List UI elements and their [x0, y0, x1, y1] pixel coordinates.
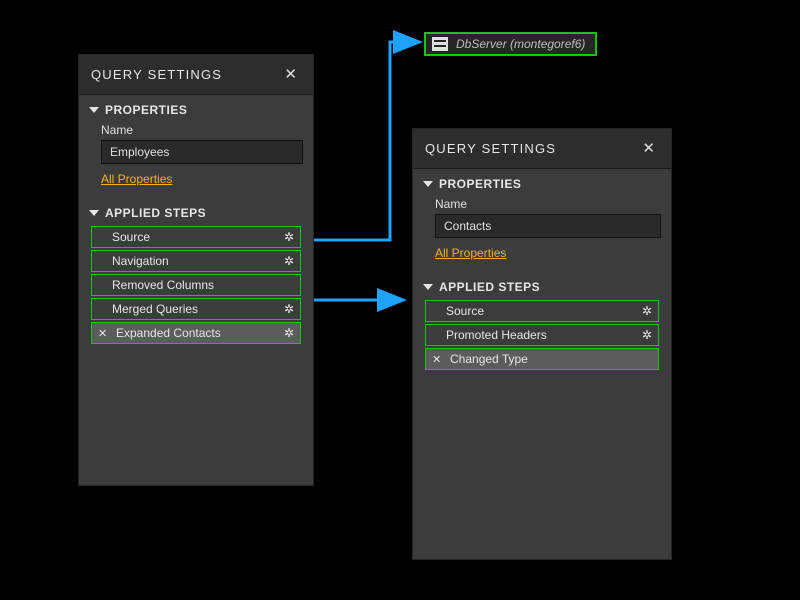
gear-icon[interactable]: ✲	[284, 326, 294, 340]
name-field-label: Name	[89, 121, 303, 140]
query-settings-panel-left: QUERY SETTINGS ✕ PROPERTIES Name All Pro…	[78, 54, 314, 486]
step-label: Expanded Contacts	[116, 326, 221, 340]
panel-title: QUERY SETTINGS	[91, 67, 222, 82]
all-properties-link[interactable]: All Properties	[101, 172, 172, 186]
step-left: ✕ Changed Type	[432, 352, 528, 366]
properties-header-label: PROPERTIES	[105, 103, 187, 117]
caret-down-icon	[89, 107, 99, 113]
step-label: Promoted Headers	[432, 328, 547, 342]
applied-steps-header-label: APPLIED STEPS	[105, 206, 206, 220]
database-icon	[432, 37, 448, 51]
name-field-label: Name	[423, 195, 661, 214]
applied-steps-section: APPLIED STEPS	[413, 272, 671, 300]
step-left: Source	[98, 230, 150, 244]
caret-down-icon	[89, 210, 99, 216]
step-label: Changed Type	[450, 352, 528, 366]
query-settings-panel-right: QUERY SETTINGS ✕ PROPERTIES Name All Pro…	[412, 128, 672, 560]
applied-step[interactable]: Merged Queries ✲	[91, 298, 301, 320]
applied-steps-header-label: APPLIED STEPS	[439, 280, 540, 294]
applied-steps-header[interactable]: APPLIED STEPS	[423, 272, 661, 298]
step-left: ✕ Expanded Contacts	[98, 326, 221, 340]
applied-step[interactable]: Source ✲	[425, 300, 659, 322]
step-label: Source	[98, 230, 150, 244]
applied-step[interactable]: ✕ Expanded Contacts ✲	[91, 322, 301, 344]
step-left: Merged Queries	[98, 302, 198, 316]
caret-down-icon	[423, 181, 433, 187]
caret-down-icon	[423, 284, 433, 290]
step-label: Navigation	[98, 254, 169, 268]
properties-section: PROPERTIES Name All Properties	[79, 95, 313, 198]
gear-icon[interactable]: ✲	[642, 328, 652, 342]
applied-steps-list: Source ✲ Navigation ✲ Removed Columns Merged …	[79, 226, 313, 350]
all-properties-link[interactable]: All Properties	[435, 246, 506, 260]
step-left: Removed Columns	[98, 278, 214, 292]
applied-step[interactable]: Source ✲	[91, 226, 301, 248]
applied-step[interactable]: Removed Columns	[91, 274, 301, 296]
step-label: Merged Queries	[98, 302, 198, 316]
panel-header: QUERY SETTINGS ✕	[79, 55, 313, 95]
query-name-input[interactable]	[101, 140, 303, 164]
properties-section: PROPERTIES Name All Properties	[413, 169, 671, 272]
delete-step-icon[interactable]: ✕	[432, 353, 444, 366]
applied-step[interactable]: Navigation ✲	[91, 250, 301, 272]
close-icon[interactable]: ✕	[280, 65, 301, 84]
data-source-node[interactable]: DbServer (montegoref6)	[424, 32, 597, 56]
step-left: Promoted Headers	[432, 328, 547, 342]
step-label: Source	[432, 304, 484, 318]
applied-steps-header[interactable]: APPLIED STEPS	[89, 198, 303, 224]
step-left: Source	[432, 304, 484, 318]
gear-icon[interactable]: ✲	[284, 230, 294, 244]
gear-icon[interactable]: ✲	[642, 304, 652, 318]
close-icon[interactable]: ✕	[638, 139, 659, 158]
panel-fill	[79, 350, 313, 485]
gear-icon[interactable]: ✲	[284, 254, 294, 268]
panel-header: QUERY SETTINGS ✕	[413, 129, 671, 169]
data-source-label: DbServer (montegoref6)	[456, 37, 585, 51]
properties-section-header[interactable]: PROPERTIES	[423, 169, 661, 195]
gear-icon[interactable]: ✲	[284, 302, 294, 316]
query-name-input[interactable]	[435, 214, 661, 238]
step-label: Removed Columns	[98, 278, 214, 292]
applied-steps-section: APPLIED STEPS	[79, 198, 313, 226]
panel-fill	[413, 376, 671, 559]
properties-header-label: PROPERTIES	[439, 177, 521, 191]
step-left: Navigation	[98, 254, 169, 268]
properties-section-header[interactable]: PROPERTIES	[89, 95, 303, 121]
panel-title: QUERY SETTINGS	[425, 141, 556, 156]
applied-step[interactable]: ✕ Changed Type	[425, 348, 659, 370]
delete-step-icon[interactable]: ✕	[98, 327, 110, 340]
applied-steps-list: Source ✲ Promoted Headers ✲ ✕ Changed Type	[413, 300, 671, 376]
applied-step[interactable]: Promoted Headers ✲	[425, 324, 659, 346]
